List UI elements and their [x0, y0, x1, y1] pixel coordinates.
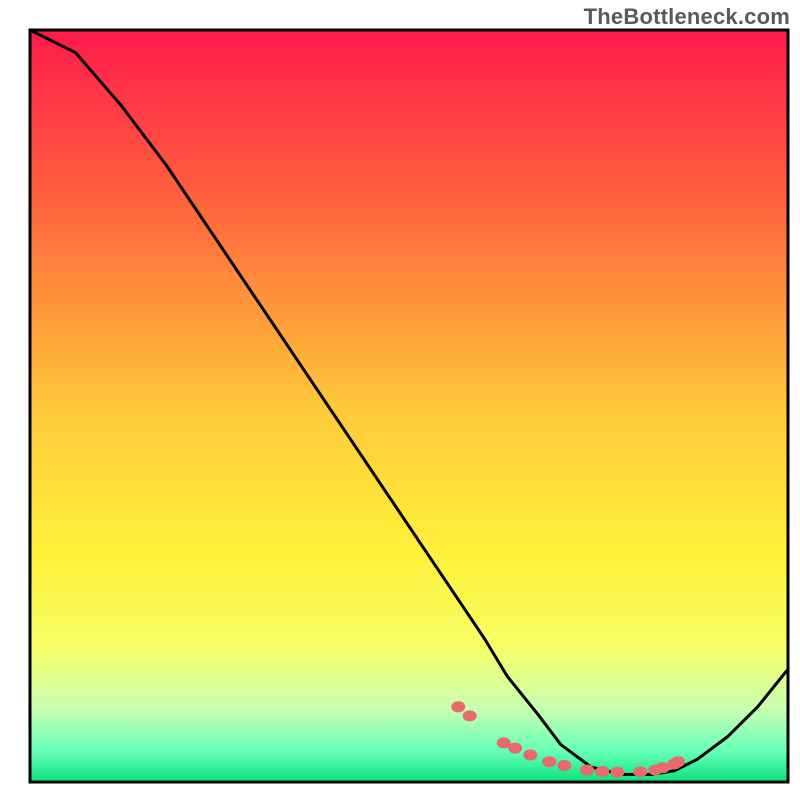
- gradient-background: [30, 30, 788, 782]
- curve-marker: [671, 756, 685, 767]
- curve-marker: [580, 764, 594, 775]
- curve-marker: [523, 749, 537, 760]
- curve-marker: [542, 756, 556, 767]
- curve-marker: [610, 767, 624, 778]
- curve-marker: [508, 743, 522, 754]
- curve-marker: [633, 766, 647, 777]
- curve-marker: [451, 701, 465, 712]
- bottleneck-chart: [0, 0, 800, 800]
- curve-marker: [557, 760, 571, 771]
- chart-container: TheBottleneck.com: [0, 0, 800, 800]
- curve-marker: [463, 710, 477, 721]
- curve-marker: [595, 766, 609, 777]
